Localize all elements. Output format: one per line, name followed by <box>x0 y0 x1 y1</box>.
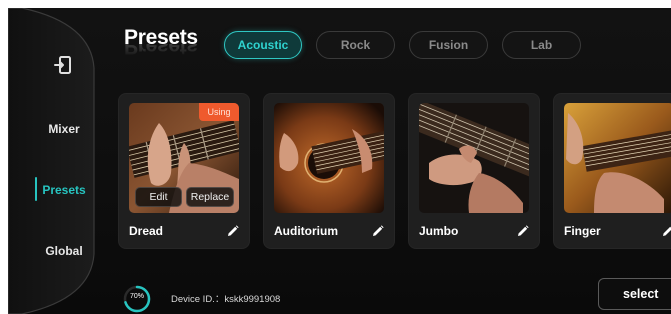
progress-percent: 70% <box>129 293 144 300</box>
sidebar: Mixer Presets Global <box>8 8 104 314</box>
preset-image-finger <box>564 103 671 213</box>
pencil-icon[interactable] <box>662 225 671 237</box>
preset-name: Dread <box>129 224 164 238</box>
device-id: Device ID.：kskk9991908 <box>171 294 281 305</box>
tab-fusion[interactable]: Fusion <box>409 31 488 59</box>
page-title-group: Presets Presets <box>124 26 198 58</box>
preset-card-auditorium[interactable]: Auditorium <box>263 93 395 249</box>
preset-name: Auditorium <box>274 224 338 238</box>
exit-button[interactable] <box>52 54 74 76</box>
page-title-reflection: Presets <box>124 44 198 58</box>
edit-button[interactable]: Edit <box>135 187 182 207</box>
sidebar-item-mixer[interactable]: Mixer <box>34 122 94 136</box>
preset-name: Jumbo <box>419 224 459 238</box>
app-screen: Mixer Presets Global Presets Presets Aco… <box>8 8 671 314</box>
preset-name: Finger <box>564 224 601 238</box>
preset-card-jumbo[interactable]: Jumbo <box>408 93 540 249</box>
preset-card-finger[interactable]: Finger <box>553 93 671 249</box>
tab-rock[interactable]: Rock <box>316 31 395 59</box>
sidebar-item-global[interactable]: Global <box>34 244 94 258</box>
guitar-photo <box>274 103 384 213</box>
preset-image-dread: Using Edit Replace <box>129 103 239 213</box>
guitar-photo <box>419 103 529 213</box>
replace-button[interactable]: Replace <box>186 187 234 207</box>
tab-acoustic[interactable]: Acoustic <box>224 31 302 59</box>
preset-image-jumbo <box>419 103 529 213</box>
using-badge: Using <box>199 103 239 121</box>
sidebar-item-presets[interactable]: Presets <box>34 183 94 197</box>
preset-image-auditorium <box>274 103 384 213</box>
exit-icon <box>54 56 71 74</box>
guitar-photo <box>564 103 671 213</box>
preset-card-dread[interactable]: Using Edit Replace Dread <box>118 93 250 249</box>
tab-lab[interactable]: Lab <box>502 31 581 59</box>
pencil-icon[interactable] <box>517 225 529 237</box>
select-button[interactable]: select <box>598 278 671 310</box>
pencil-icon[interactable] <box>372 225 384 237</box>
pencil-icon[interactable] <box>227 225 239 237</box>
